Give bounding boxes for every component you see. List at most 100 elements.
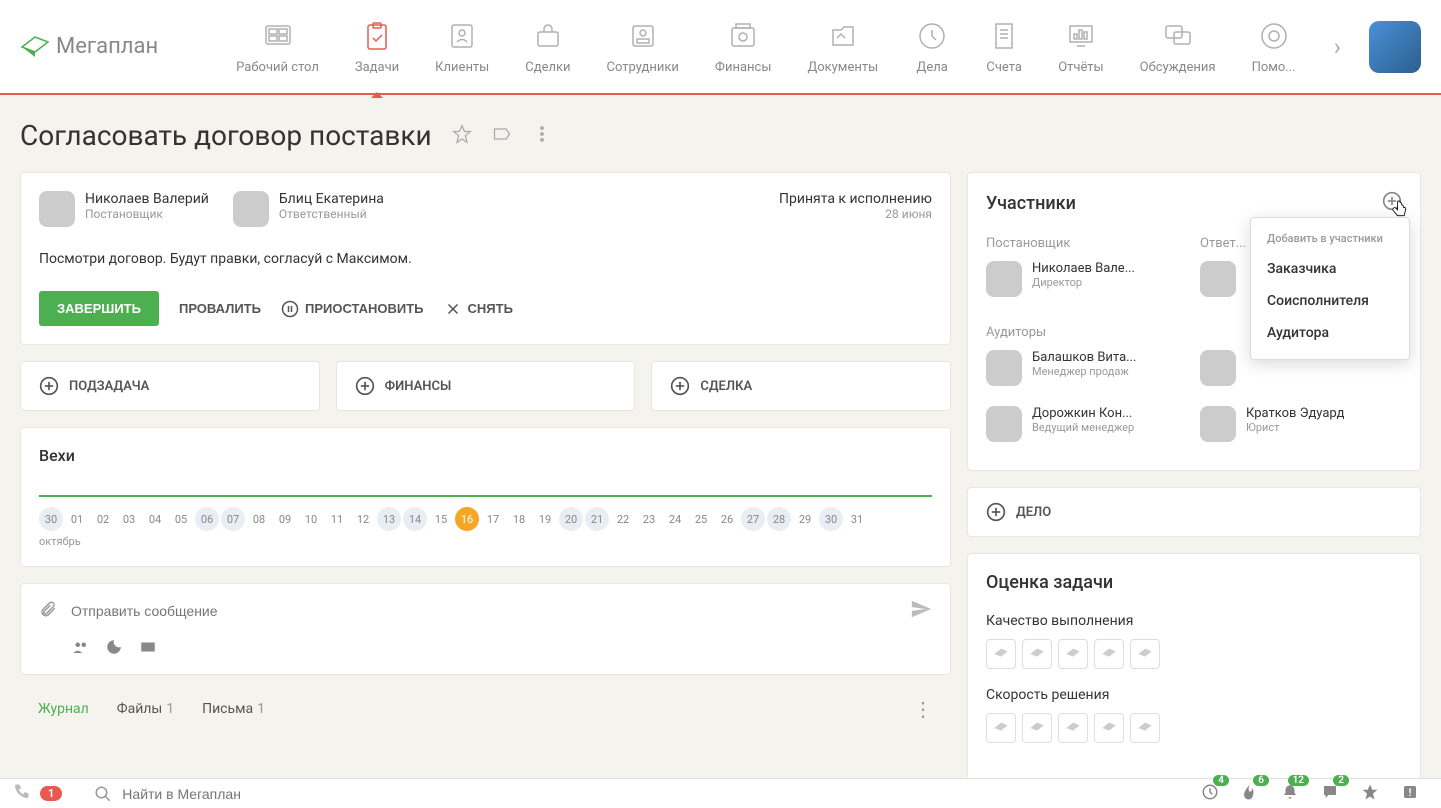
dropdown-item-auditor[interactable]: Аудитора — [1251, 317, 1409, 349]
nav-reports[interactable]: Отчёты — [1040, 8, 1121, 85]
day-cell[interactable]: 24 — [663, 507, 687, 531]
day-cell[interactable]: 13 — [377, 507, 401, 531]
clock-icon[interactable]: 4 — [1201, 783, 1219, 805]
day-cell[interactable]: 03 — [117, 507, 141, 531]
star-icon[interactable] — [452, 124, 472, 148]
pause-icon — [281, 300, 299, 318]
dropdown-item-customer[interactable]: Заказчика — [1251, 253, 1409, 285]
day-cell[interactable]: 15 — [429, 507, 453, 531]
assignee-person[interactable]: Блиц Екатерина Ответственный — [233, 191, 384, 227]
avatar — [39, 191, 75, 227]
nav-invoices[interactable]: Счета — [968, 8, 1040, 85]
rate-button[interactable] — [1058, 639, 1088, 669]
participant-item[interactable]: Кратков ЭдуардЮрист — [1200, 406, 1402, 442]
add-affair-button[interactable]: ДЕЛО — [967, 487, 1421, 537]
day-cell[interactable]: 19 — [533, 507, 557, 531]
participant-item[interactable]: Дорожкин Кон...Ведущий менеджер — [986, 406, 1188, 442]
rate-button[interactable] — [1130, 713, 1160, 743]
add-deal-button[interactable]: СДЕЛКА — [651, 361, 951, 411]
day-cell[interactable]: 20 — [559, 507, 583, 531]
dropdown-item-coexecutor[interactable]: Соисполнителя — [1251, 285, 1409, 317]
day-cell[interactable]: 28 — [767, 507, 791, 531]
nav-documents[interactable]: Документы — [789, 8, 896, 85]
tab-files[interactable]: Файлы1 — [117, 701, 174, 717]
day-cell[interactable]: 04 — [143, 507, 167, 531]
day-cell[interactable]: 25 — [689, 507, 713, 531]
day-cell[interactable]: 10 — [299, 507, 323, 531]
participant-item[interactable]: Балашков Вита...Менеджер продаж — [986, 350, 1188, 386]
nav-next-arrow[interactable]: › — [1326, 33, 1349, 61]
day-cell[interactable]: 05 — [169, 507, 193, 531]
rate-button[interactable] — [1022, 639, 1052, 669]
pause-button[interactable]: ПРИОСТАНОВИТЬ — [281, 300, 424, 318]
user-avatar[interactable] — [1369, 21, 1421, 73]
people-icon[interactable] — [71, 638, 89, 660]
day-cell[interactable]: 18 — [507, 507, 531, 531]
nav-affairs[interactable]: Дела — [896, 8, 968, 85]
nav-deals[interactable]: Сделки — [507, 8, 588, 85]
day-cell[interactable]: 02 — [91, 507, 115, 531]
tag-icon[interactable] — [492, 124, 512, 148]
nav-tasks[interactable]: Задачи — [337, 8, 417, 85]
day-cell[interactable]: 26 — [715, 507, 739, 531]
more-icon[interactable] — [532, 124, 552, 148]
rate-button[interactable] — [1094, 639, 1124, 669]
logo[interactable]: Мегаплан — [20, 32, 158, 62]
rate-button[interactable] — [1022, 713, 1052, 743]
day-cell[interactable]: 23 — [637, 507, 661, 531]
participant-item[interactable]: Николаев Вале...Директор — [986, 261, 1188, 297]
day-cell[interactable]: 08 — [247, 507, 271, 531]
add-finance-button[interactable]: ФИНАНСЫ — [336, 361, 636, 411]
fire-icon[interactable]: 6 — [1241, 783, 1259, 805]
day-cell[interactable]: 27 — [741, 507, 765, 531]
phone-icon[interactable] — [12, 783, 30, 805]
day-cell[interactable]: 14 — [403, 507, 427, 531]
day-cell[interactable]: 17 — [481, 507, 505, 531]
add-subtask-button[interactable]: ПОДЗАДАЧА — [20, 361, 320, 411]
day-cell[interactable]: 21 — [585, 507, 609, 531]
alert-icon[interactable]: ! — [1401, 783, 1419, 805]
day-cell[interactable]: 22 — [611, 507, 635, 531]
complete-button[interactable]: ЗАВЕРШИТЬ — [39, 291, 159, 326]
bell-icon[interactable]: 12 — [1281, 783, 1299, 805]
creator-person[interactable]: Николаев Валерий Постановщик — [39, 191, 209, 227]
nav-clients[interactable]: Клиенты — [417, 8, 507, 85]
day-cell[interactable]: 30 — [819, 507, 843, 531]
rate-button[interactable] — [986, 713, 1016, 743]
timeline-bar — [39, 495, 932, 497]
chat-icon[interactable]: 2 — [1321, 783, 1339, 805]
day-cell[interactable]: 16 — [455, 507, 479, 531]
tab-journal[interactable]: Журнал — [38, 701, 89, 717]
send-icon[interactable] — [910, 598, 932, 624]
day-cell[interactable]: 31 — [845, 507, 869, 531]
comment-input[interactable] — [71, 603, 896, 619]
employees-icon — [625, 18, 661, 54]
rate-button[interactable] — [1094, 713, 1124, 743]
tab-letters[interactable]: Письма1 — [202, 701, 265, 717]
rate-button[interactable] — [1130, 639, 1160, 669]
remove-button[interactable]: СНЯТЬ — [444, 300, 513, 318]
nav-help[interactable]: Помо... — [1234, 8, 1314, 85]
rate-button[interactable] — [1058, 713, 1088, 743]
moon-icon[interactable] — [105, 638, 123, 660]
tabs-more-icon[interactable]: ⋮ — [913, 697, 933, 721]
day-cell[interactable]: 12 — [351, 507, 375, 531]
day-cell[interactable]: 07 — [221, 507, 245, 531]
day-cell[interactable]: 30 — [39, 507, 63, 531]
add-participant-button[interactable] — [1382, 195, 1402, 216]
nav-finance[interactable]: Финансы — [697, 8, 790, 85]
day-cell[interactable]: 11 — [325, 507, 349, 531]
mail-icon[interactable] — [139, 638, 157, 660]
fail-button[interactable]: ПРОВАЛИТЬ — [179, 301, 261, 316]
attach-icon[interactable] — [39, 600, 57, 622]
nav-desktop[interactable]: Рабочий стол — [218, 8, 337, 85]
day-cell[interactable]: 29 — [793, 507, 817, 531]
day-cell[interactable]: 09 — [273, 507, 297, 531]
search-input[interactable] — [122, 786, 1189, 802]
day-cell[interactable]: 06 — [195, 507, 219, 531]
rate-button[interactable] — [986, 639, 1016, 669]
day-cell[interactable]: 01 — [65, 507, 89, 531]
star-icon[interactable] — [1361, 783, 1379, 805]
nav-discussions[interactable]: Обсуждения — [1122, 8, 1234, 85]
nav-employees[interactable]: Сотрудники — [589, 8, 697, 85]
